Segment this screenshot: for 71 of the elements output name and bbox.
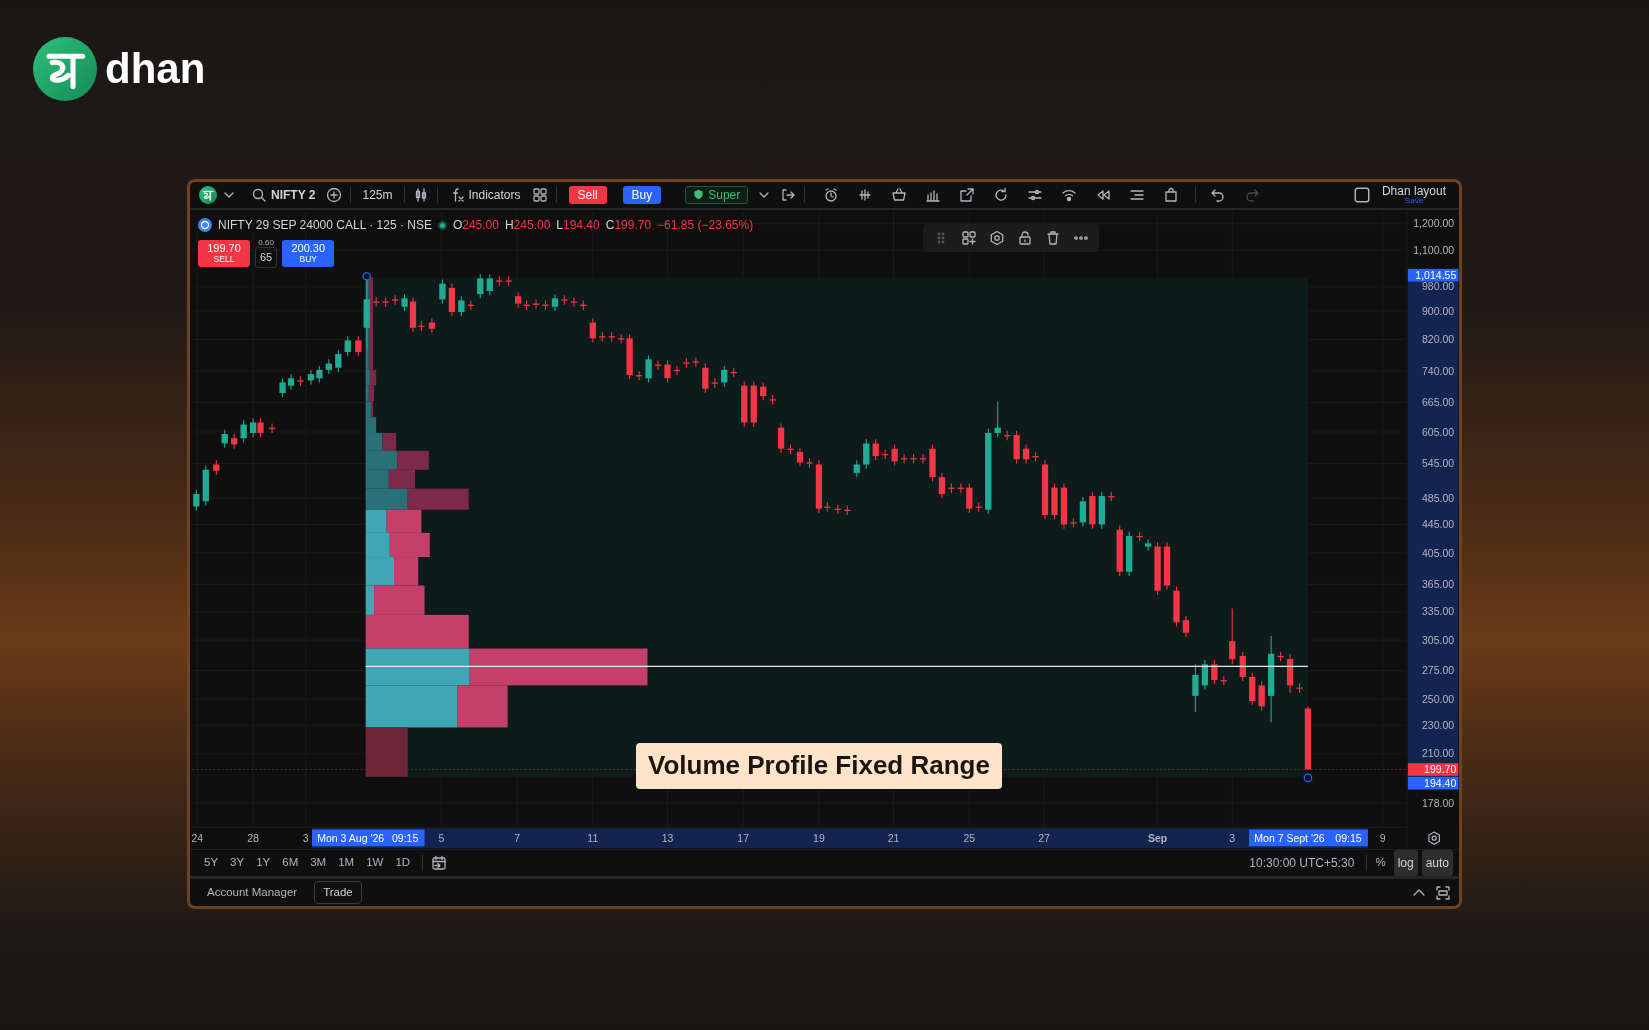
price-axis-label: 445.00 (1422, 518, 1455, 531)
percent-button[interactable]: % (1371, 852, 1390, 874)
range-button[interactable]: 1D (391, 852, 415, 874)
brand-name: dhan (105, 48, 206, 90)
layout-button[interactable]: Dhan layout Save (1378, 183, 1449, 207)
time-axis-label: 9 (1379, 832, 1386, 845)
spread-value: 0.60 (258, 239, 274, 247)
sell-button[interactable]: Sell (568, 185, 607, 205)
range-button[interactable]: 3M (306, 852, 331, 874)
price-axis-label: 605.00 (1422, 425, 1455, 438)
ohlc-value: H245.00 (504, 217, 551, 234)
indicators-button[interactable]: Indicators (445, 185, 524, 205)
price-axis-label: 230.00 (1422, 719, 1455, 731)
price-axis-label: 178.00 (1422, 796, 1455, 809)
sell-quote-button[interactable]: 199.70 SELL (198, 239, 250, 267)
price-axis-label: 900.00 (1422, 304, 1455, 317)
range-button[interactable]: 1Y (252, 852, 275, 874)
price-tag: 199.70 (1407, 763, 1459, 776)
price-axis-label: 275.00 (1422, 664, 1455, 677)
buy-button[interactable]: Buy (622, 185, 662, 205)
time-axis-label: 7 (514, 832, 520, 845)
time-axis-label: 19 (813, 832, 825, 845)
time-axis-label: 3 (302, 832, 309, 845)
auto-button[interactable]: auto (1421, 850, 1453, 876)
price-change: −61.85 (−23.65%) (657, 217, 754, 234)
quantity-field[interactable]: 65 (255, 247, 278, 268)
time-axis-label: 25 (963, 832, 976, 845)
time-axis-label: 27 (1038, 832, 1050, 845)
range-button[interactable]: 6M (278, 852, 303, 874)
time-axis-label: 11 (587, 832, 599, 845)
date-tag: Mon 3 Aug '26 09:15 (312, 829, 425, 847)
range-button[interactable]: 1M (334, 852, 359, 874)
caption-label: Volume Profile Fixed Range (636, 743, 1002, 789)
time-axis-label: 3 (1229, 832, 1236, 845)
clock-text: 10:30:00 UTC+5:30 (1249, 855, 1355, 872)
price-axis-label: 365.00 (1422, 578, 1455, 591)
time-axis-label: 28 (247, 832, 259, 845)
price-axis-label: 405.00 (1422, 546, 1455, 559)
log-button[interactable]: log (1393, 850, 1418, 876)
symbol-search-button[interactable]: NIFTY 2 (248, 185, 319, 205)
symbol-title: NIFTY 29 SEP 24000 CALL · 125 · NSE (218, 217, 432, 234)
price-axis-label: 485.00 (1422, 491, 1455, 504)
price-axis-label: 545.00 (1422, 457, 1455, 470)
time-axis-label: 17 (737, 832, 750, 845)
ohlc-value: C199.70 (605, 217, 652, 234)
time-axis-label: 24 (191, 832, 204, 845)
bottom-tab[interactable]: Trade (314, 880, 362, 905)
price-axis-label: 1,200.00 (1413, 217, 1455, 230)
ohlc-value: L194.40 (556, 217, 600, 234)
price-axis-label: 335.00 (1422, 605, 1455, 618)
date-tag: Mon 7 Sept '26 09:15 (1249, 829, 1368, 847)
price-axis-label: 980.00 (1422, 280, 1455, 293)
price-axis-label: 740.00 (1422, 364, 1455, 377)
price-axis-label: 305.00 (1422, 633, 1455, 646)
range-button[interactable]: 3Y (226, 852, 249, 874)
ohlc-value: O245.00 (452, 217, 499, 234)
super-order-button[interactable]: Super (685, 185, 749, 205)
bottom-tab[interactable]: Account Manager (198, 880, 307, 905)
interval-button[interactable]: 125m (359, 187, 396, 203)
time-axis-label: 13 (661, 832, 674, 845)
range-button[interactable]: 5Y (200, 852, 223, 874)
buy-quote-button[interactable]: 200.30 BUY (282, 239, 335, 267)
price-axis-label: 250.00 (1422, 692, 1455, 705)
price-axis-label: 210.00 (1422, 747, 1455, 760)
time-axis-label: 5 (438, 832, 445, 845)
price-axis-label: 1,100.00 (1413, 243, 1455, 256)
price-axis-label: 820.00 (1422, 333, 1455, 346)
range-button[interactable]: 1W (362, 852, 388, 874)
price-axis-label: 665.00 (1422, 396, 1455, 409)
time-axis-label: Sep (1147, 832, 1168, 845)
time-axis-label: 21 (887, 832, 900, 845)
